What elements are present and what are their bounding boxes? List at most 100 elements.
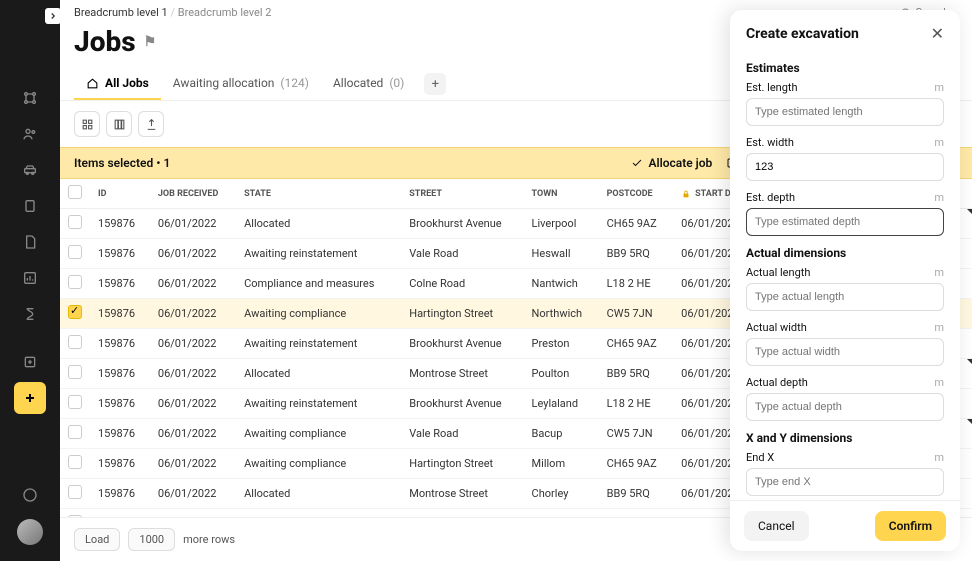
more-rows-label: more rows [183, 533, 235, 546]
cell-street: Vale Road [401, 239, 523, 269]
col-state[interactable]: STATE [236, 179, 401, 209]
cell-street: Brookhurst Avenue [401, 389, 523, 419]
cell-postcode: CW5 7JN [599, 299, 674, 329]
cancel-button[interactable]: Cancel [744, 511, 809, 541]
breadcrumb-1[interactable]: Breadcrumb level 1 [74, 6, 168, 19]
cell-town: Preston [524, 329, 599, 359]
nav-hourglass-icon[interactable] [14, 298, 46, 330]
breadcrumb-2[interactable]: Breadcrumb level 2 [178, 6, 272, 19]
est-length-input[interactable] [746, 98, 944, 126]
nav-clipboard-icon[interactable] [14, 190, 46, 222]
row-checkbox[interactable] [68, 365, 82, 379]
allocate-job-button[interactable]: Allocate job [631, 156, 712, 170]
tab-awaiting[interactable]: Awaiting allocation (124) [161, 68, 321, 100]
cell-id: 159876 [90, 359, 150, 389]
tab-all-jobs[interactable]: All Jobs [74, 68, 161, 100]
act-length-label: Actual length [746, 266, 810, 279]
selection-count: Items selected • 1 [74, 156, 170, 170]
act-length-input[interactable] [746, 283, 944, 311]
flag-icon[interactable]: ⚑ [144, 34, 157, 50]
end-x-label: End X [746, 451, 774, 464]
cell-received: 06/01/2022 [150, 239, 236, 269]
cell-state: Awaiting compliance [236, 299, 401, 329]
nav-chart-icon[interactable] [14, 262, 46, 294]
est-depth-input[interactable] [746, 208, 944, 236]
act-depth-input[interactable] [746, 393, 944, 421]
row-checkbox[interactable] [68, 455, 82, 469]
cell-received: 06/01/2022 [150, 389, 236, 419]
xy-heading: X and Y dimensions [746, 431, 944, 445]
row-checkbox[interactable] [68, 395, 82, 409]
col-postcode[interactable]: POSTCODE [599, 179, 674, 209]
cell-received: 06/01/2022 [150, 419, 236, 449]
cell-id: 159876 [90, 299, 150, 329]
nav-add-1-icon[interactable] [14, 346, 46, 378]
cell-state: Awaiting reinstatement [236, 389, 401, 419]
cell-state: Awaiting compliance [236, 419, 401, 449]
page-title: Jobs [74, 25, 136, 58]
cell-street: Hartington Street [401, 299, 523, 329]
cell-town: Heswall [524, 239, 599, 269]
col-town[interactable]: TOWN [524, 179, 599, 209]
nav-doc-icon[interactable] [14, 226, 46, 258]
export-button[interactable] [138, 111, 164, 137]
nav-add-highlight-icon[interactable] [14, 382, 46, 414]
confirm-button[interactable]: Confirm [875, 511, 946, 541]
panel-title: Create excavation [746, 26, 859, 42]
load-button[interactable]: Load [74, 528, 120, 551]
row-checkbox[interactable] [68, 425, 82, 439]
cell-town: Leylaland [524, 389, 599, 419]
cell-postcode: BB9 5RQ [599, 359, 674, 389]
cell-received: 06/01/2022 [150, 509, 236, 518]
act-width-input[interactable] [746, 338, 944, 366]
cell-state: Compliance and measures [236, 269, 401, 299]
row-checkbox[interactable] [68, 485, 82, 499]
est-depth-label: Est. depth [746, 191, 795, 204]
view-grid-button[interactable] [74, 111, 100, 137]
tab-allocated[interactable]: Allocated (0) [321, 68, 416, 100]
cell-postcode: CW5 7JN [599, 419, 674, 449]
end-x-input[interactable] [746, 468, 944, 496]
nav-icon-1[interactable] [14, 82, 46, 114]
cell-state: Awaiting reinstatement [236, 239, 401, 269]
est-width-input[interactable] [746, 153, 944, 181]
cell-id: 159876 [90, 419, 150, 449]
row-checkbox[interactable] [68, 275, 82, 289]
cell-street: Colne Road [401, 509, 523, 518]
col-street[interactable]: STREET [401, 179, 523, 209]
cell-street: Brookhurst Avenue [401, 329, 523, 359]
cell-town: Liverpool [524, 509, 599, 518]
cell-postcode: L18 2 HE [599, 269, 674, 299]
col-id[interactable]: ID [90, 179, 150, 209]
row-checkbox[interactable] [68, 215, 82, 229]
actual-heading: Actual dimensions [746, 246, 944, 260]
cell-id: 159876 [90, 239, 150, 269]
tab-add-button[interactable]: + [424, 73, 446, 95]
est-width-label: Est. width [746, 136, 794, 149]
row-checkbox[interactable] [68, 245, 82, 259]
nav-users-icon[interactable] [14, 118, 46, 150]
col-received[interactable]: JOB RECEIVED [150, 179, 236, 209]
nav-vehicle-icon[interactable] [14, 154, 46, 186]
close-icon[interactable]: ✕ [931, 24, 944, 43]
row-checkbox[interactable] [68, 335, 82, 349]
cell-postcode: BB9 5RQ [599, 239, 674, 269]
cell-id: 159876 [90, 479, 150, 509]
cell-state: Awaiting reinstatement [236, 329, 401, 359]
act-width-label: Actual width [746, 321, 807, 334]
cell-town: Millom [524, 449, 599, 479]
avatar[interactable] [17, 519, 43, 545]
cell-street: Colne Road [401, 269, 523, 299]
cell-town: Bacup [524, 419, 599, 449]
nav-help-icon[interactable] [14, 479, 46, 511]
row-checkbox[interactable] [68, 305, 82, 319]
cell-postcode: CH65 9AZ [599, 209, 674, 239]
view-columns-button[interactable] [106, 111, 132, 137]
cell-street: Montrose Street [401, 359, 523, 389]
cell-street: Montrose Street [401, 479, 523, 509]
row-count-input[interactable]: 1000 [128, 528, 175, 551]
cell-id: 159876 [90, 329, 150, 359]
cell-town: Poulton [524, 359, 599, 389]
select-all-checkbox[interactable] [68, 185, 82, 199]
expand-rail-button[interactable] [45, 8, 61, 24]
